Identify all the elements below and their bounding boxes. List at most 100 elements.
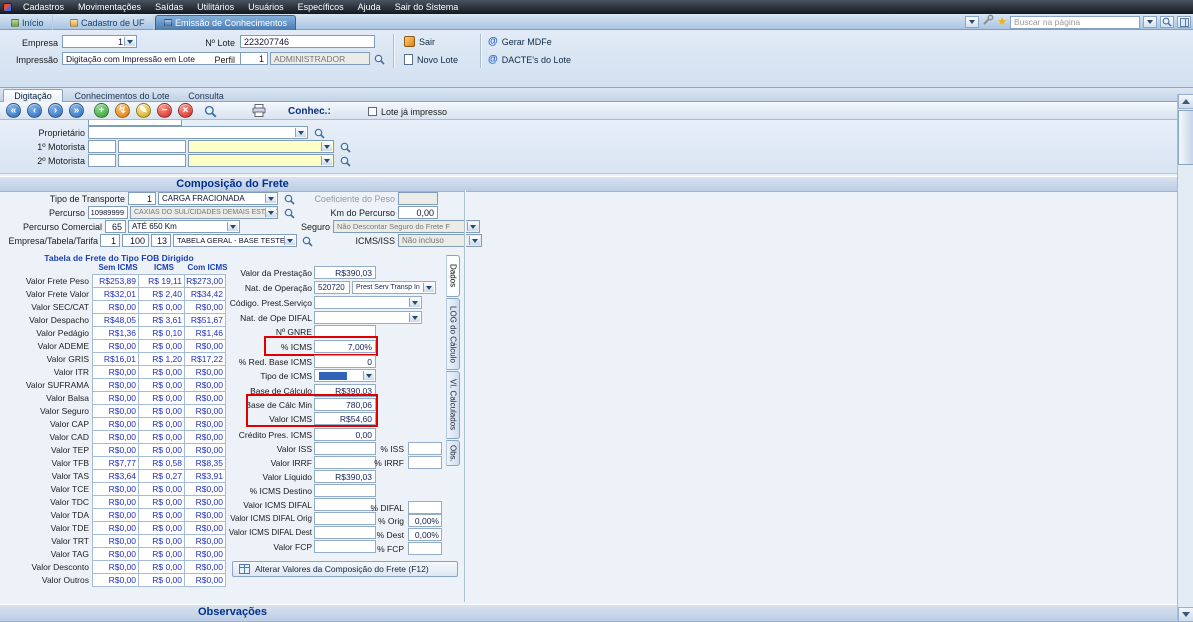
remove-record-button[interactable]: − (157, 103, 172, 118)
tabela-frete-lookup-button[interactable] (300, 234, 314, 248)
km-percurso-field[interactable]: 0,00 (398, 206, 438, 219)
scroll-thumb[interactable] (1178, 110, 1193, 165)
perc-difal-field[interactable] (408, 501, 442, 514)
edit-record-button[interactable]: ✎ (136, 103, 151, 118)
tipo-transporte-lookup-button[interactable] (282, 192, 296, 206)
tipo-transporte-code-field[interactable]: 1 (128, 192, 156, 205)
side-tab-log-calculo[interactable]: LOG do Cálculo (446, 298, 460, 370)
side-tab-vl-calculados[interactable]: Vl. Calculados (446, 371, 460, 439)
base-calc-min-field[interactable]: 780,06 (314, 398, 376, 411)
perc-icms-field[interactable]: 7,00% (314, 340, 376, 353)
tipo-transporte-combo[interactable]: CARGA FRACIONADA (158, 192, 278, 205)
dropdown-arrow-icon[interactable] (265, 208, 276, 217)
gerar-mdfe-button[interactable]: @ Gerar MDFe (488, 36, 552, 47)
nat-operacao-code-field[interactable]: 520720 (314, 281, 350, 294)
tab-consulta[interactable]: Consulta (180, 89, 232, 102)
dropdown-arrow-icon[interactable] (423, 283, 434, 292)
motorista1-code-field[interactable] (88, 140, 116, 153)
nav-last-button[interactable]: » (69, 103, 84, 118)
dropdown-arrow-icon[interactable] (409, 313, 420, 322)
proprietario-lookup-button[interactable] (312, 126, 326, 140)
perc-orig-field[interactable]: 0,00% (408, 514, 442, 527)
menu-item[interactable]: Sair do Sistema (388, 0, 466, 14)
percurso-comercial-combo[interactable]: ATÉ 650 Km (128, 220, 240, 233)
percurso-lookup-button[interactable] (282, 206, 296, 220)
perc-irrf-field[interactable] (408, 456, 442, 469)
add-record-button[interactable]: + (94, 103, 109, 118)
motorista1-doc-field[interactable] (118, 140, 186, 153)
nat-operacao-combo[interactable]: Prest Serv Transp In (352, 281, 436, 294)
motorista2-name-combo[interactable] (188, 154, 334, 167)
cod-prest-servico-combo[interactable] (314, 296, 422, 309)
favorites-star-icon[interactable]: ★ (997, 16, 1007, 28)
empresa-field[interactable]: 1 (62, 35, 137, 48)
vertical-scrollbar[interactable] (1177, 94, 1193, 622)
refresh-record-button[interactable]: ↯ (115, 103, 130, 118)
tab-inicio[interactable]: Início (3, 15, 53, 30)
gnre-field[interactable] (314, 325, 376, 338)
scroll-down-button[interactable] (1178, 607, 1193, 622)
dropdown-arrow-icon[interactable] (363, 371, 374, 380)
side-tab-dados[interactable]: Dados (446, 255, 460, 297)
scroll-up-button[interactable] (1178, 94, 1193, 109)
percurso-code-field[interactable]: 10989999 (88, 206, 128, 219)
dropdown-arrow-icon[interactable] (265, 194, 276, 203)
dacte-lote-button[interactable]: @ DACTE's do Lote (488, 54, 571, 65)
dropdown-arrow-icon[interactable] (469, 236, 480, 245)
motorista1-lookup-button[interactable] (338, 140, 352, 154)
cancel-record-button[interactable]: × (178, 103, 193, 118)
dropdown-arrow-icon[interactable] (467, 222, 478, 231)
perc-fcp-field[interactable] (408, 542, 442, 555)
dropdown-arrow-icon[interactable] (227, 222, 238, 231)
perc-red-base-field[interactable]: 0 (314, 355, 376, 368)
tarifa-tabela-field[interactable]: 100 (122, 234, 149, 247)
tab-emissao-conhecimentos[interactable]: Emissão de Conhecimentos (155, 15, 296, 30)
motorista2-doc-field[interactable] (118, 154, 186, 167)
tipo-icms-combo[interactable] (314, 369, 376, 382)
lote-field[interactable]: 223207746 (240, 35, 375, 48)
tab-digitacao[interactable]: Digitação (3, 89, 63, 102)
dropdown-arrow-icon[interactable] (321, 142, 332, 151)
nav-prev-button[interactable]: ‹ (27, 103, 42, 118)
novo-lote-button[interactable]: Novo Lote (404, 54, 458, 65)
alterar-valores-button[interactable]: Alterar Valores da Composição do Frete (… (232, 561, 458, 577)
perc-icms-destino-field[interactable] (314, 484, 376, 497)
nat-ope-difal-combo[interactable] (314, 311, 422, 324)
tools-wrench-icon[interactable] (982, 13, 994, 31)
tab-conhecimentos-lote[interactable]: Conhecimentos do Lote (66, 89, 178, 102)
nav-next-button[interactable]: › (48, 103, 63, 118)
dropdown-arrow-icon[interactable] (321, 156, 332, 165)
tarifa-tarifa-field[interactable]: 13 (151, 234, 171, 247)
side-tab-obs[interactable]: Obs. (446, 440, 460, 466)
motorista2-lookup-button[interactable] (338, 154, 352, 168)
dropdown-arrow-icon[interactable] (295, 128, 306, 137)
search-dropdown-arrow-icon[interactable] (1143, 16, 1157, 28)
panel-toggle-button[interactable] (1177, 16, 1191, 28)
motorista1-name-combo[interactable] (188, 140, 334, 153)
page-search-input[interactable] (1010, 16, 1140, 29)
percurso-comercial-code-field[interactable]: 65 (105, 220, 126, 233)
perc-dest-field[interactable]: 0,00% (408, 528, 442, 541)
nav-first-button[interactable]: « (6, 103, 21, 118)
menu-item[interactable]: Cadastros (16, 0, 71, 14)
menu-item[interactable]: Específicos (291, 0, 351, 14)
sair-button[interactable]: Sair (404, 36, 435, 47)
perc-iss-field[interactable] (408, 442, 442, 455)
motorista2-code-field[interactable] (88, 154, 116, 167)
page-search-button[interactable] (1160, 16, 1174, 28)
lote-impresso-checkbox[interactable] (368, 107, 377, 116)
tab-cadastro-uf[interactable]: Cadastro de UF (62, 15, 154, 30)
proprietario-combo[interactable] (88, 126, 308, 139)
dropdown-arrow-icon[interactable] (124, 37, 135, 46)
menu-item[interactable]: Usuários (241, 0, 291, 14)
menu-item[interactable]: Ajuda (351, 0, 388, 14)
perfil-lookup-button[interactable] (372, 52, 386, 66)
menu-item[interactable]: Utilitários (190, 0, 241, 14)
search-records-button[interactable] (203, 104, 217, 118)
view-options-dropdown[interactable] (965, 16, 979, 28)
perfil-code-field[interactable]: 1 (240, 52, 268, 65)
dropdown-arrow-icon[interactable] (409, 298, 420, 307)
tabela-frete-combo[interactable]: TABELA GERAL - BASE TESTE (173, 234, 297, 247)
menu-item[interactable]: Movimentações (71, 0, 148, 14)
menu-item[interactable]: Saídas (148, 0, 190, 14)
